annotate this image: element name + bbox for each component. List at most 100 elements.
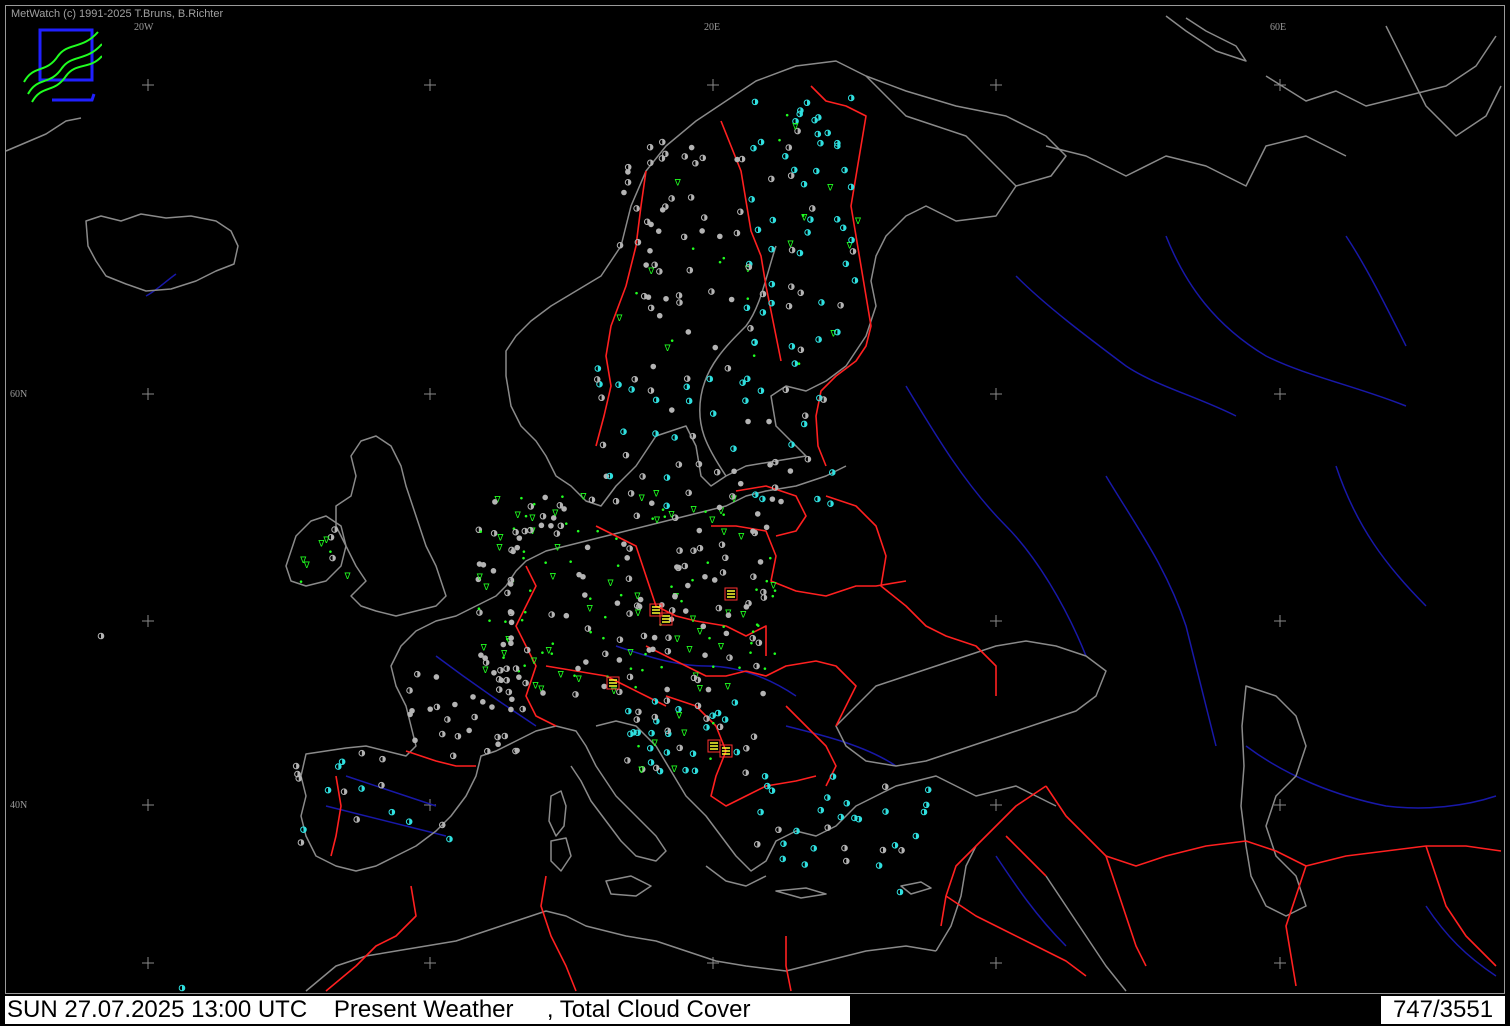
overcast-station-marker[interactable]	[712, 344, 719, 351]
overcast-station-marker[interactable]	[583, 659, 589, 665]
rain-shower-symbol[interactable]: ∇	[668, 510, 676, 520]
rain-shower-symbol[interactable]: •	[777, 137, 782, 147]
rain-shower-symbol[interactable]: •	[690, 576, 695, 586]
rain-shower-symbol[interactable]: ∇	[689, 615, 697, 625]
rain-shower-symbol[interactable]: ∇	[579, 493, 587, 503]
rain-shower-symbol[interactable]: •	[588, 595, 593, 605]
rain-shower-symbol[interactable]: •	[528, 587, 533, 597]
overcast-station-marker[interactable]	[650, 646, 656, 653]
overcast-station-marker[interactable]	[648, 500, 655, 506]
rain-shower-symbol[interactable]: ∇	[514, 511, 522, 521]
rain-shower-symbol[interactable]: •	[595, 528, 600, 538]
rain-shower-symbol[interactable]: ∇	[634, 609, 642, 619]
overcast-station-marker[interactable]	[737, 480, 744, 487]
rain-shower-symbol[interactable]: ∇	[786, 240, 794, 250]
rain-shower-symbol[interactable]: •	[564, 520, 569, 530]
rain-shower-symbol[interactable]: •	[603, 613, 608, 623]
rain-shower-symbol[interactable]: ∇	[717, 643, 725, 653]
rain-shower-symbol[interactable]: •	[708, 755, 713, 765]
overcast-station-marker[interactable]	[763, 524, 770, 531]
rain-shower-symbol[interactable]: ∇	[674, 178, 682, 188]
overcast-station-marker[interactable]	[561, 506, 567, 512]
overcast-station-marker[interactable]	[767, 461, 773, 468]
overcast-station-marker[interactable]	[769, 496, 776, 502]
rain-shower-symbol[interactable]: •	[532, 500, 537, 510]
rain-shower-symbol[interactable]: •	[762, 665, 767, 675]
rain-shower-symbol[interactable]: •	[679, 598, 684, 608]
rain-shower-symbol[interactable]: ∇	[528, 514, 536, 524]
rain-shower-symbol[interactable]: •	[521, 555, 526, 565]
overcast-station-marker[interactable]	[466, 727, 472, 734]
overcast-station-marker[interactable]	[702, 652, 708, 658]
rain-shower-symbol[interactable]: ∇	[637, 766, 645, 776]
rain-shower-symbol[interactable]: •	[634, 289, 639, 299]
overcast-station-marker[interactable]	[409, 707, 415, 714]
rain-shower-symbol[interactable]: •	[522, 662, 527, 672]
rain-shower-symbol[interactable]: ∇	[664, 344, 672, 354]
rain-shower-symbol[interactable]: ∇	[299, 556, 307, 566]
overcast-station-marker[interactable]	[489, 704, 495, 710]
overcast-station-marker[interactable]	[696, 527, 703, 534]
rain-shower-symbol[interactable]: ∇	[647, 267, 655, 277]
overcast-station-marker[interactable]	[688, 144, 695, 151]
rain-shower-symbol[interactable]: ∇	[495, 544, 503, 554]
rain-shower-symbol[interactable]: •	[618, 591, 623, 601]
rain-shower-symbol[interactable]: ∇	[791, 123, 799, 133]
rain-shower-symbol[interactable]: •	[650, 515, 655, 525]
rain-shower-symbol[interactable]: ∇	[652, 490, 660, 500]
rain-shower-symbol[interactable]: ∇	[496, 533, 504, 543]
rain-shower-symbol[interactable]: ∇	[670, 765, 678, 775]
rain-shower-symbol[interactable]: •	[768, 555, 773, 565]
rain-shower-symbol[interactable]: •	[640, 667, 645, 677]
overcast-station-marker[interactable]	[705, 686, 712, 693]
overcast-station-marker[interactable]	[745, 418, 751, 425]
overcast-station-marker[interactable]	[601, 683, 607, 690]
overcast-station-marker[interactable]	[482, 655, 488, 661]
rain-shower-symbol[interactable]: ∇	[696, 684, 704, 694]
rain-shower-symbol[interactable]: ∇	[708, 516, 716, 526]
overcast-station-marker[interactable]	[621, 541, 627, 547]
rain-shower-symbol[interactable]: ∇	[826, 184, 834, 194]
rain-shower-symbol[interactable]: •	[476, 605, 481, 615]
rain-shower-symbol[interactable]: •	[523, 513, 528, 523]
overcast-station-marker[interactable]	[664, 686, 670, 693]
rain-shower-symbol[interactable]: •	[660, 506, 665, 516]
rain-shower-symbol[interactable]: •	[543, 559, 548, 569]
overcast-station-marker[interactable]	[616, 657, 623, 663]
rain-shower-symbol[interactable]: •	[560, 493, 565, 503]
rain-shower-symbol[interactable]: ∇	[800, 213, 808, 223]
overcast-station-marker[interactable]	[490, 568, 497, 574]
rain-shower-symbol[interactable]: ∇	[724, 683, 732, 693]
overcast-station-marker[interactable]	[538, 522, 545, 529]
overcast-station-marker[interactable]	[427, 706, 434, 712]
weather-map[interactable]: ••••∇∇∇∇∇•∇∇•∇••∇•∇∇••∇••••••∇∇••∇•∇∇∇••…	[6, 6, 1504, 993]
overcast-station-marker[interactable]	[516, 674, 522, 680]
rain-shower-symbol[interactable]: ∇	[545, 646, 553, 656]
overcast-station-marker[interactable]	[643, 262, 649, 268]
rain-shower-symbol[interactable]: ∇	[690, 506, 698, 516]
rain-shower-symbol[interactable]: •	[616, 562, 621, 572]
rain-shower-symbol[interactable]: •	[605, 673, 610, 683]
overcast-station-marker[interactable]	[584, 544, 591, 551]
overcast-station-marker[interactable]	[480, 699, 486, 705]
rain-shower-symbol[interactable]: ∇	[739, 611, 747, 621]
overcast-station-marker[interactable]	[725, 612, 732, 619]
rain-shower-symbol[interactable]: ∇	[575, 675, 583, 685]
rain-shower-symbol[interactable]: •	[721, 254, 726, 264]
rain-shower-symbol[interactable]: ∇	[586, 604, 594, 614]
rain-shower-symbol[interactable]: ∇	[500, 650, 508, 660]
overcast-station-marker[interactable]	[700, 623, 707, 630]
overcast-station-marker[interactable]	[672, 593, 678, 600]
rain-shower-symbol[interactable]: •	[614, 535, 619, 545]
overcast-station-marker[interactable]	[731, 468, 737, 475]
overcast-station-marker[interactable]	[470, 694, 476, 700]
rain-shower-symbol[interactable]: •	[503, 618, 508, 628]
overcast-station-marker[interactable]	[651, 634, 658, 641]
rain-shower-symbol[interactable]: ∇	[673, 635, 681, 645]
overcast-station-marker[interactable]	[491, 669, 497, 676]
rain-shower-symbol[interactable]: •	[478, 528, 483, 538]
rain-shower-symbol[interactable]: •	[796, 360, 801, 370]
rain-shower-symbol[interactable]: ∇	[549, 573, 557, 583]
rain-shower-symbol[interactable]: •	[643, 650, 648, 660]
overcast-station-marker[interactable]	[655, 228, 662, 234]
